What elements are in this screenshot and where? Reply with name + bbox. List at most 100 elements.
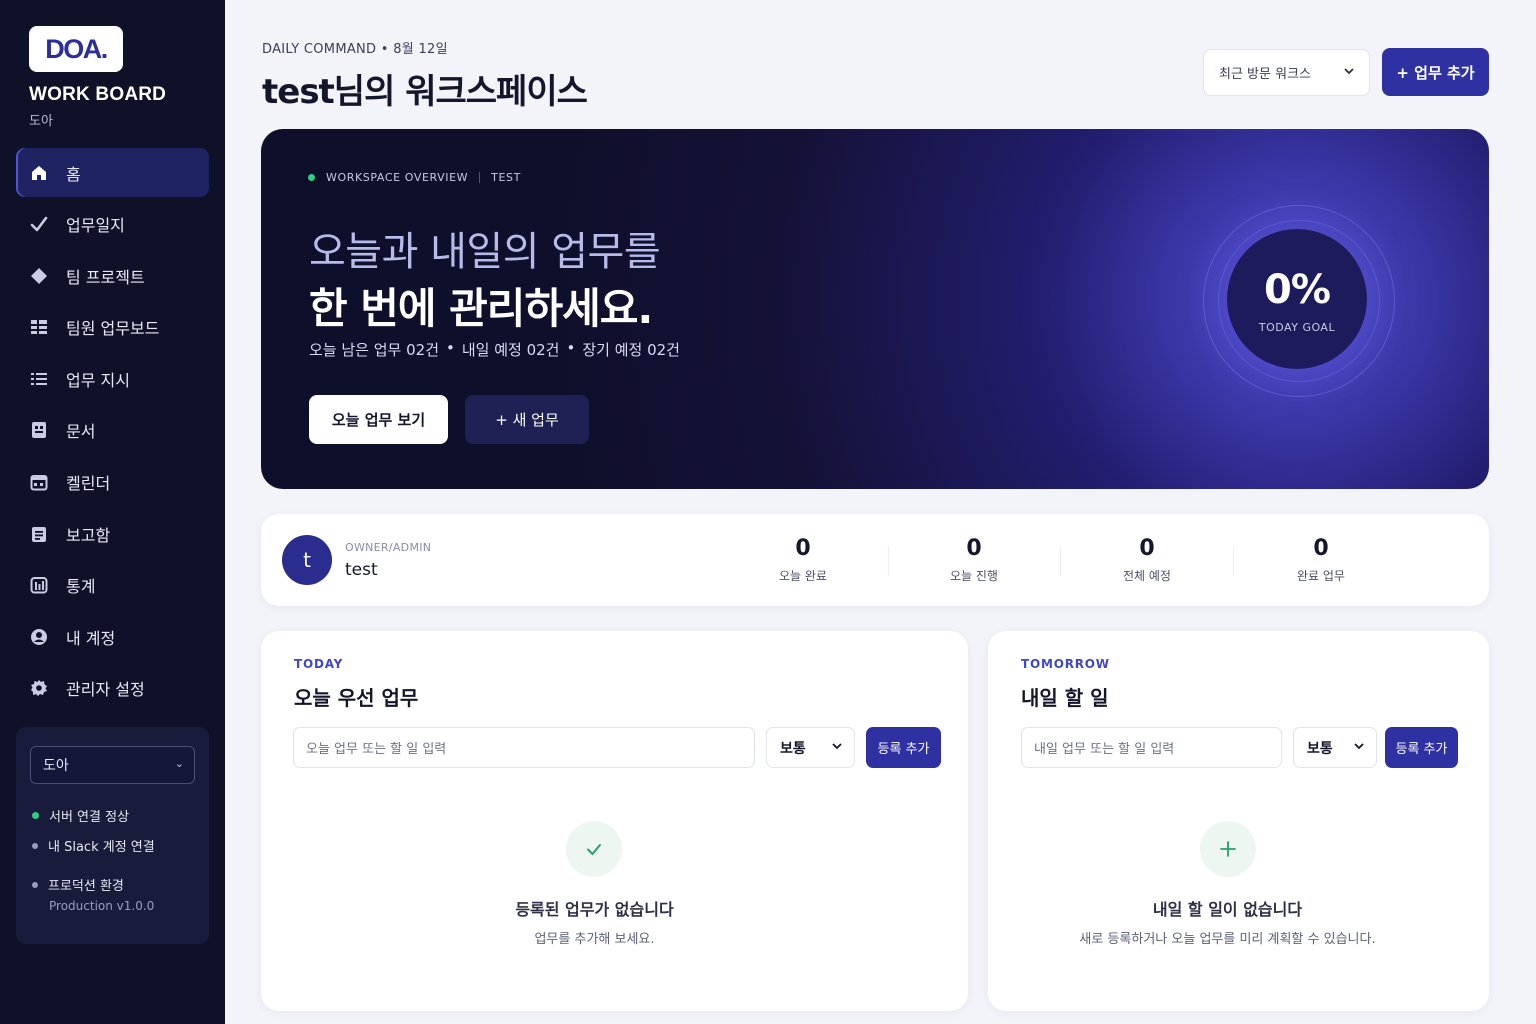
sidebar-item-calendar[interactable]: 켈린더 xyxy=(16,458,209,507)
today-register-button[interactable]: 등록 추가 xyxy=(866,727,941,768)
check-icon xyxy=(566,821,622,877)
workspace-select[interactable]: 도아 ⌄ xyxy=(30,746,195,784)
divider xyxy=(1233,546,1234,576)
sidebar-nav: 홈 업무일지 팀 프로젝트 팀원 업무보드 업무 지시 문서 켈린더 보고함 통… xyxy=(16,148,209,716)
check-icon xyxy=(29,214,49,234)
chevron-down-icon: ⌄ xyxy=(174,757,184,770)
today-goal-label: TODAY GOAL xyxy=(1258,321,1336,334)
today-eyebrow: TODAY xyxy=(294,657,344,671)
priority-value: 보통 xyxy=(780,740,806,757)
server-status-label: 서버 연결 정상 xyxy=(49,810,130,825)
stat-label: 오늘 완료 xyxy=(779,569,827,583)
slack-status[interactable]: 내 Slack 계정 연결 xyxy=(32,836,155,855)
workspace-select-value: 도아 xyxy=(43,758,69,774)
stat-today-done: 0 오늘 완료 xyxy=(718,536,888,584)
version-label: Production v1.0.0 xyxy=(49,899,155,913)
plus-icon xyxy=(1200,821,1256,877)
today-priority-select[interactable]: 보통 xyxy=(766,727,855,768)
recent-workspace-select[interactable]: 최근 방문 워크스 xyxy=(1203,49,1370,96)
account-icon xyxy=(29,627,49,647)
view-today-button[interactable]: 오늘 업무 보기 xyxy=(309,395,448,444)
status-dot-icon xyxy=(32,812,39,819)
logo[interactable]: DOA. xyxy=(29,26,123,72)
hero-meta: 오늘 남은 업무 02건 • 내일 예정 02건 • 장기 예정 02건 xyxy=(309,339,680,360)
stat-completed: 0 완료 업무 xyxy=(1236,536,1406,584)
env-status: 프로덕션 환경 xyxy=(32,875,124,894)
hero-meta-today: 오늘 남은 업무 02건 xyxy=(309,341,439,359)
tomorrow-task-input[interactable]: 내일 업무 또는 할 일 입력 xyxy=(1021,727,1282,768)
sidebar-item-label: 켈린더 xyxy=(66,474,111,494)
today-title: 오늘 우선 업무 xyxy=(294,686,419,710)
page-title: test님의 워크스페이스 xyxy=(262,72,588,112)
user-name: test xyxy=(345,560,378,580)
new-task-button[interactable]: + 새 업무 xyxy=(465,395,589,444)
chevron-down-icon xyxy=(831,740,843,755)
stat-value: 0 xyxy=(966,536,982,561)
today-empty-subtitle: 업무를 추가해 보세요. xyxy=(534,932,655,947)
sidebar-item-label: 홈 xyxy=(66,164,81,184)
sidebar-item-label: 관리자 설정 xyxy=(66,680,145,700)
document-icon xyxy=(29,420,49,440)
bullet: • xyxy=(446,339,455,357)
sidebar-item-home[interactable]: 홈 xyxy=(16,148,209,197)
user-role: OWNER/ADMIN xyxy=(345,541,432,554)
sidebar-item-admin-settings[interactable]: 관리자 설정 xyxy=(16,664,209,713)
sidebar-item-statistics[interactable]: 통계 xyxy=(16,561,209,610)
stat-label: 완료 업무 xyxy=(1297,569,1345,583)
sidebar-item-label: 업무일지 xyxy=(66,216,125,236)
sidebar-item-label: 보고함 xyxy=(66,525,111,545)
stat-label: 오늘 진행 xyxy=(950,569,998,583)
chevron-down-icon xyxy=(1343,65,1355,80)
divider xyxy=(479,172,481,183)
hero-tag-workspace: TEST xyxy=(491,171,521,184)
report-icon xyxy=(29,524,49,544)
today-empty-title: 등록된 업무가 없습니다 xyxy=(515,900,674,919)
stat-all-scheduled: 0 전체 예정 xyxy=(1062,536,1232,584)
sidebar-item-label: 내 계정 xyxy=(66,628,116,648)
status-dot-icon xyxy=(32,881,38,888)
hero-headline-2: 한 번에 관리하세요. xyxy=(309,284,653,333)
chevron-down-icon xyxy=(1353,740,1365,755)
hero-headline-1: 오늘과 내일의 업무를 xyxy=(309,229,661,275)
tomorrow-priority-select[interactable]: 보통 xyxy=(1293,727,1377,768)
avatar[interactable]: t xyxy=(282,535,332,585)
diamond-icon xyxy=(29,266,49,286)
hero-tag: WORKSPACE OVERVIEW TEST xyxy=(308,171,521,184)
tomorrow-eyebrow: TOMORROW xyxy=(1021,657,1110,671)
add-task-button[interactable]: + 업무 추가 xyxy=(1382,48,1489,96)
sidebar: DOA. WORK BOARD 도아 홈 업무일지 팀 프로젝트 팀원 업무보드 xyxy=(0,0,225,1024)
grid-icon xyxy=(29,317,49,337)
calendar-icon xyxy=(29,472,49,492)
status-dot-icon xyxy=(32,842,38,849)
hero-banner: WORKSPACE OVERVIEW TEST 오늘과 내일의 업무를 한 번에… xyxy=(261,129,1489,489)
stat-value: 0 xyxy=(795,536,811,561)
sidebar-item-label: 문서 xyxy=(66,422,96,442)
hero-meta-tomorrow: 내일 예정 02건 xyxy=(461,341,560,359)
sidebar-item-team-board[interactable]: 팀원 업무보드 xyxy=(16,303,209,352)
hero-tag-label: WORKSPACE OVERVIEW xyxy=(326,171,469,184)
sidebar-item-label: 업무 지시 xyxy=(66,370,130,390)
tomorrow-empty-subtitle: 새로 등록하거나 오늘 업무를 미리 계획할 수 있습니다. xyxy=(1079,932,1376,947)
sidebar-item-work-order[interactable]: 업무 지시 xyxy=(16,354,209,403)
stat-today-progress: 0 오늘 진행 xyxy=(889,536,1059,584)
recent-workspace-value: 최근 방문 워크스 xyxy=(1219,67,1311,82)
env-status-label: 프로덕션 환경 xyxy=(48,879,124,894)
priority-value: 보통 xyxy=(1307,740,1333,757)
sidebar-item-account[interactable]: 내 계정 xyxy=(16,612,209,661)
status-dot-icon xyxy=(308,174,315,181)
tomorrow-register-button[interactable]: 등록 추가 xyxy=(1385,727,1458,768)
sidebar-item-reports[interactable]: 보고함 xyxy=(16,509,209,558)
brand-title: WORK BOARD xyxy=(29,84,167,105)
bullet: • xyxy=(566,339,576,357)
server-status: 서버 연결 정상 xyxy=(32,806,129,825)
sidebar-item-label: 팀원 업무보드 xyxy=(66,319,160,339)
sidebar-item-team-project[interactable]: 팀 프로젝트 xyxy=(16,251,209,300)
stat-value: 0 xyxy=(1313,536,1329,561)
today-task-input[interactable]: 오늘 업무 또는 할 일 입력 xyxy=(293,727,755,768)
today-goal-percent: 0% xyxy=(1264,267,1331,313)
workspace-panel: 도아 ⌄ 서버 연결 정상 내 Slack 계정 연결 프로덕션 환경 Prod… xyxy=(16,727,209,944)
stats-bar: t OWNER/ADMIN test 0 오늘 완료 0 오늘 진행 0 전체 … xyxy=(261,514,1489,606)
sidebar-item-worklog[interactable]: 업무일지 xyxy=(16,200,209,249)
today-card: TODAY 오늘 우선 업무 오늘 업무 또는 할 일 입력 보통 등록 추가 … xyxy=(261,631,968,1011)
sidebar-item-documents[interactable]: 문서 xyxy=(16,406,209,455)
